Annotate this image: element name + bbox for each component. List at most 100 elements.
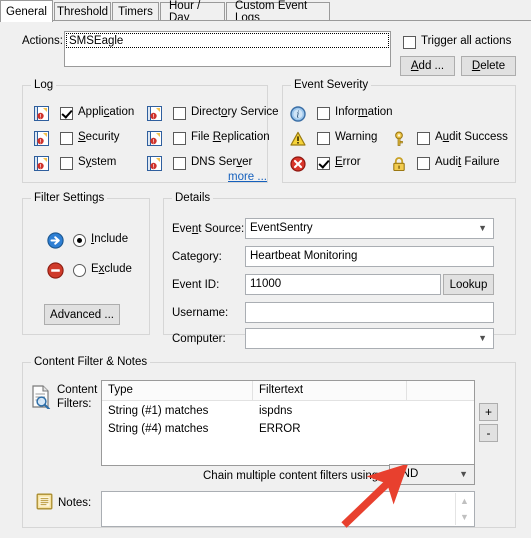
severity-warning-checkbox[interactable] [317, 132, 330, 145]
add-button[interactable]: Add ... [400, 56, 455, 76]
svg-text:!: ! [152, 139, 154, 146]
content-filters-grid[interactable]: Type Filtertext String (#1) matches ispd… [101, 380, 475, 466]
log-more-link[interactable]: more ... [228, 171, 267, 183]
svg-text:!: ! [152, 164, 154, 171]
severity-audit-success-label: Audit Success [435, 131, 508, 143]
event-log-icon: ! [34, 131, 49, 146]
svg-text:i: i [297, 111, 300, 121]
delete-button[interactable]: Delete [461, 56, 516, 76]
lookup-button-label: Lookup [449, 278, 488, 291]
tab-strip: General Threshold Timers Hour / Day Cust… [0, 0, 531, 24]
advanced-button[interactable]: Advanced ... [44, 304, 120, 325]
event-log-icon: ! [34, 156, 49, 171]
svg-text:!: ! [152, 114, 154, 121]
remove-content-filter-button[interactable]: - [479, 424, 498, 442]
error-icon [290, 156, 306, 172]
log-application-checkbox[interactable] [60, 107, 73, 120]
tab-threshold[interactable]: Threshold [54, 2, 111, 21]
chevron-up-icon[interactable]: ▲ [460, 496, 469, 506]
tab-timers[interactable]: Timers [112, 2, 159, 21]
severity-error-checkbox[interactable] [317, 157, 330, 170]
filter-exclude-label: Exclude [91, 263, 132, 275]
computer-label: Computer: [172, 333, 226, 345]
filter-include-label: Include [91, 233, 129, 245]
blue-arrow-icon [47, 232, 64, 249]
severity-information-checkbox[interactable] [317, 107, 330, 120]
log-directory-service-label: Directory Service [191, 106, 279, 118]
event-severity-groupbox-title: Event Severity [291, 79, 372, 91]
filter-include-radio[interactable] [73, 234, 86, 247]
log-system-label: System [78, 156, 117, 168]
chevron-down-icon[interactable]: ▼ [460, 512, 469, 522]
log-file-replication-checkbox[interactable] [173, 132, 186, 145]
document-search-icon [30, 385, 52, 411]
add-content-filter-button[interactable]: + [479, 403, 498, 421]
tab-hour-day[interactable]: Hour / Day [160, 0, 225, 24]
cell-type: String (#4) matches [108, 423, 209, 435]
category-label: Category: [172, 251, 222, 263]
severity-audit-failure-label: Audit Failure [435, 156, 500, 168]
event-log-icon: ! [147, 156, 162, 171]
username-label: Username: [172, 307, 229, 319]
event-id-label: Event ID: [172, 279, 220, 291]
category-input[interactable]: Heartbeat Monitoring [245, 246, 494, 267]
log-file-replication-label: File Replication [191, 131, 270, 143]
red-deny-icon [47, 262, 64, 279]
lookup-button[interactable]: Lookup [443, 274, 494, 295]
cell-filtertext: ERROR [259, 423, 301, 435]
log-system-checkbox[interactable] [60, 157, 73, 170]
actions-listbox[interactable]: SMSEagle [64, 31, 391, 67]
event-source-combobox[interactable]: EventSentry ▼ [245, 218, 494, 239]
details-groupbox-title: Details [172, 192, 214, 204]
column-header-type[interactable]: Type [102, 381, 258, 400]
svg-text:!: ! [39, 114, 41, 121]
event-log-filter-dialog: General Threshold Timers Hour / Day Cust… [0, 0, 531, 538]
filter-exclude-radio[interactable] [73, 264, 86, 277]
chain-operator-combobox[interactable]: AND ▼ [389, 464, 475, 485]
chevron-down-icon: ▼ [478, 333, 487, 343]
chevron-down-icon: ▼ [459, 469, 468, 479]
log-groupbox-title: Log [31, 79, 57, 91]
severity-audit-success-checkbox[interactable] [417, 132, 430, 145]
log-security-checkbox[interactable] [60, 132, 73, 145]
severity-error-label: Error [335, 156, 361, 168]
notes-label: Notes: [58, 497, 92, 509]
tab-threshold-label: Threshold [56, 6, 109, 18]
log-dns-server-checkbox[interactable] [173, 157, 186, 170]
trigger-all-actions-checkbox[interactable] [403, 36, 416, 49]
log-security-label: Security [78, 131, 120, 143]
tab-general[interactable]: General [0, 0, 53, 22]
actions-list-item[interactable]: SMSEagle [66, 33, 389, 48]
delete-button-rest: elete [480, 60, 506, 72]
notes-scrollbar[interactable]: ▲ ▼ [455, 493, 473, 525]
chain-filters-label: Chain multiple content filters using a [203, 470, 388, 482]
actions-label: Actions: [22, 35, 63, 47]
notes-textarea[interactable]: ▲ ▼ [101, 491, 475, 527]
log-dns-server-label: DNS Server [191, 156, 253, 168]
svg-text:!: ! [39, 164, 41, 171]
active-tab-joint [1, 20, 52, 21]
event-log-icon: ! [147, 106, 162, 121]
event-log-icon: ! [34, 106, 49, 121]
chain-operator-value: AND [394, 468, 419, 480]
key-icon [391, 131, 407, 147]
filter-settings-groupbox-title: Filter Settings [31, 192, 108, 204]
event-source-label: Event Source: [172, 223, 245, 235]
content-filter-notes-groupbox-title: Content Filter & Notes [31, 356, 151, 368]
warning-icon [290, 131, 306, 147]
severity-audit-failure-checkbox[interactable] [417, 157, 430, 170]
table-row[interactable]: String (#1) matches ispdns [102, 403, 474, 420]
severity-information-label: Information [335, 106, 393, 118]
log-directory-service-checkbox[interactable] [173, 107, 186, 120]
cell-type: String (#1) matches [108, 405, 209, 417]
event-source-value: EventSentry [250, 222, 313, 234]
table-row[interactable]: String (#4) matches ERROR [102, 421, 474, 438]
add-button-rest: dd ... [418, 60, 445, 72]
content-filters-label-line2: Filters: [57, 398, 92, 410]
computer-combobox[interactable]: ▼ [245, 328, 494, 349]
column-header-filtertext[interactable]: Filtertext [253, 381, 412, 400]
username-input[interactable] [245, 302, 494, 323]
event-id-input[interactable]: 11000 [245, 274, 441, 295]
tab-custom-event-logs[interactable]: Custom Event Logs [226, 0, 330, 24]
tab-timers-label: Timers [118, 6, 153, 18]
